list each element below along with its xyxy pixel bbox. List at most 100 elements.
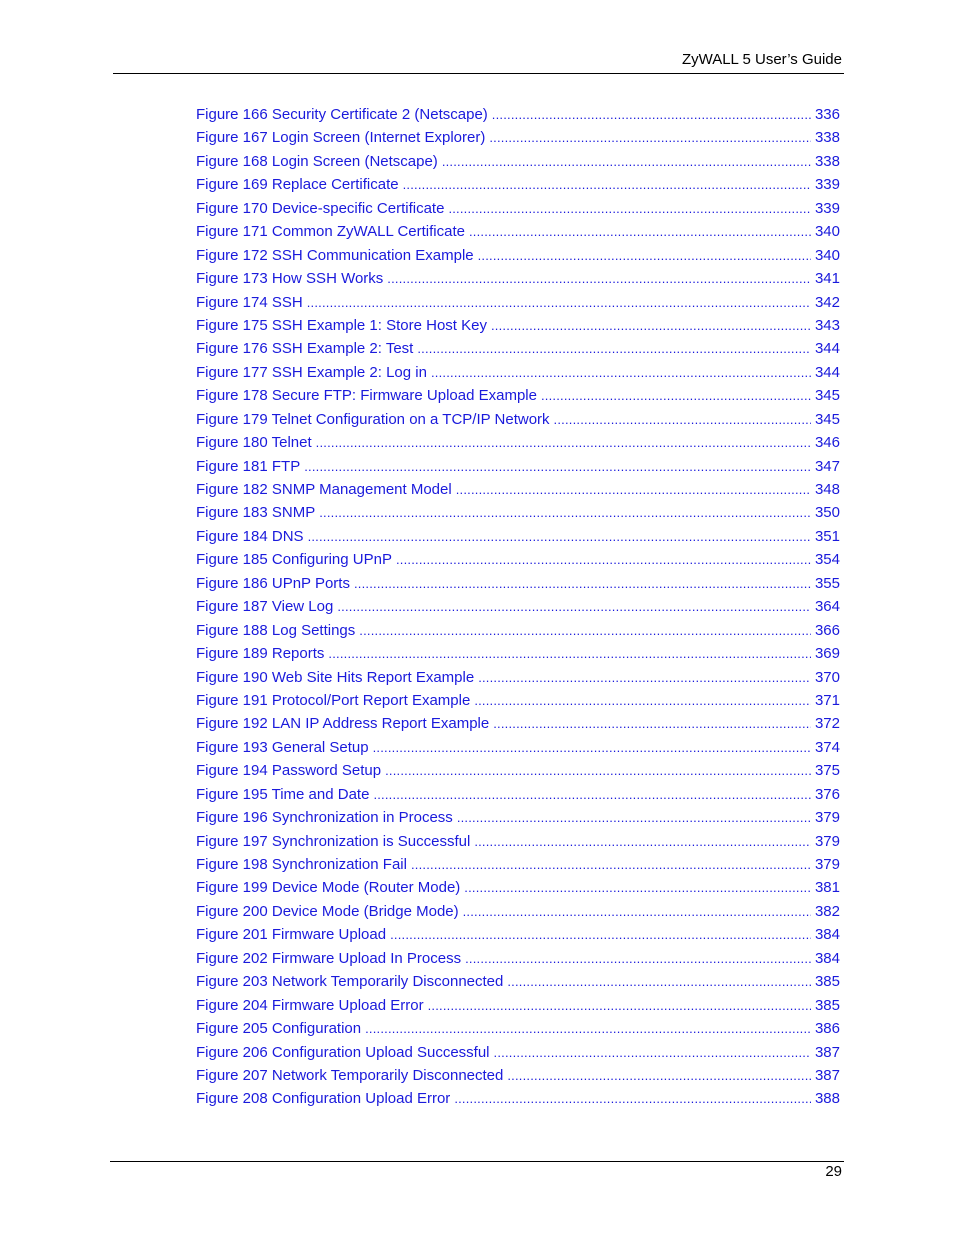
- toc-entry-page: 381: [814, 879, 840, 897]
- toc-entry-figure-184[interactable]: Figure 184 DNS 351: [196, 528, 840, 551]
- toc-entry-label: Figure 192 LAN IP Address Report Example: [196, 715, 490, 733]
- toc-entry-label: Figure 186 UPnP Ports: [196, 574, 350, 592]
- toc-entry-label: Figure 197 Synchronization is Successful: [196, 832, 471, 850]
- list-of-figures: Figure 166 Security Certificate 2 (Netsc…: [196, 106, 840, 1114]
- toc-entry-figure-203[interactable]: Figure 203 Network Temporarily Disconnec…: [196, 973, 840, 996]
- toc-entry-figure-208[interactable]: Figure 208 Configuration Upload Error 38…: [196, 1090, 840, 1113]
- toc-entry-figure-177[interactable]: Figure 177 SSH Example 2: Log in 344: [196, 364, 840, 387]
- toc-entry-page: 364: [814, 598, 840, 616]
- toc-entry-figure-207[interactable]: Figure 207 Network Temporarily Disconnec…: [196, 1067, 840, 1090]
- dot-leader: [489, 130, 811, 145]
- toc-entry-page: 340: [814, 246, 840, 264]
- toc-entry-figure-194[interactable]: Figure 194 Password Setup 375: [196, 762, 840, 785]
- toc-entry-page: 346: [814, 434, 840, 452]
- toc-entry-label: Figure 200 Device Mode (Bridge Mode): [196, 902, 459, 920]
- toc-entry-figure-206[interactable]: Figure 206 Configuration Upload Successf…: [196, 1044, 840, 1067]
- dot-leader: [463, 904, 811, 919]
- dot-leader: [474, 834, 811, 849]
- toc-entry-label: Figure 191 Protocol/Port Report Example: [196, 691, 471, 709]
- toc-entry-figure-202[interactable]: Figure 202 Firmware Upload In Process 38…: [196, 950, 840, 973]
- dot-leader: [304, 459, 811, 474]
- toc-entry-page: 384: [814, 926, 840, 944]
- toc-entry-figure-175[interactable]: Figure 175 SSH Example 1: Store Host Key…: [196, 317, 840, 340]
- toc-entry-label: Figure 179 Telnet Configuration on a TCP…: [196, 410, 550, 428]
- dot-leader: [493, 716, 811, 731]
- dot-leader: [492, 107, 811, 122]
- dot-leader: [417, 341, 811, 356]
- toc-entry-page: 382: [814, 902, 840, 920]
- toc-entry-figure-179[interactable]: Figure 179 Telnet Configuration on a TCP…: [196, 411, 840, 434]
- dot-leader: [478, 248, 811, 263]
- toc-entry-figure-168[interactable]: Figure 168 Login Screen (Netscape) 338: [196, 153, 840, 176]
- toc-entry-figure-199[interactable]: Figure 199 Device Mode (Router Mode) 381: [196, 879, 840, 902]
- toc-entry-figure-198[interactable]: Figure 198 Synchronization Fail 379: [196, 856, 840, 879]
- dot-leader: [465, 951, 811, 966]
- toc-entry-figure-200[interactable]: Figure 200 Device Mode (Bridge Mode) 382: [196, 903, 840, 926]
- dot-leader: [494, 1045, 811, 1060]
- toc-entry-page: 345: [814, 387, 840, 405]
- dot-leader: [365, 1021, 811, 1036]
- dot-leader: [474, 693, 811, 708]
- toc-entry-label: Figure 181 FTP: [196, 457, 301, 475]
- toc-entry-page: 376: [814, 785, 840, 803]
- toc-entry-page: 336: [814, 106, 840, 123]
- toc-entry-figure-185[interactable]: Figure 185 Configuring UPnP 354: [196, 551, 840, 574]
- dot-leader: [491, 318, 811, 333]
- dot-leader: [456, 482, 811, 497]
- toc-entry-page: 348: [814, 481, 840, 498]
- toc-entry-figure-183[interactable]: Figure 183 SNMP 350: [196, 504, 840, 527]
- dot-leader: [390, 927, 811, 942]
- dot-leader: [507, 1068, 811, 1083]
- header-divider: [113, 73, 844, 74]
- toc-entry-figure-188[interactable]: Figure 188 Log Settings 366: [196, 622, 840, 645]
- toc-entry-label: Figure 187 View Log: [196, 598, 334, 616]
- toc-entry-figure-176[interactable]: Figure 176 SSH Example 2: Test 344: [196, 340, 840, 363]
- toc-entry-label: Figure 203 Network Temporarily Disconnec…: [196, 973, 504, 991]
- page-number: 29: [825, 1163, 842, 1180]
- toc-entry-figure-191[interactable]: Figure 191 Protocol/Port Report Example …: [196, 692, 840, 715]
- toc-entry-page: 386: [814, 1020, 840, 1038]
- toc-entry-page: 366: [814, 621, 840, 639]
- toc-entry-figure-204[interactable]: Figure 204 Firmware Upload Error 385: [196, 997, 840, 1020]
- toc-entry-figure-190[interactable]: Figure 190 Web Site Hits Report Example …: [196, 669, 840, 692]
- toc-entry-figure-171[interactable]: Figure 171 Common ZyWALL Certificate 340: [196, 223, 840, 246]
- toc-entry-figure-178[interactable]: Figure 178 Secure FTP: Firmware Upload E…: [196, 387, 840, 410]
- toc-entry-page: 338: [814, 152, 840, 170]
- toc-entry-figure-170[interactable]: Figure 170 Device-specific Certificate 3…: [196, 200, 840, 223]
- dot-leader: [541, 388, 811, 403]
- toc-entry-figure-172[interactable]: Figure 172 SSH Communication Example 340: [196, 247, 840, 270]
- toc-entry-label: Figure 180 Telnet: [196, 434, 312, 452]
- footer-divider: [110, 1161, 844, 1162]
- toc-entry-figure-201[interactable]: Figure 201 Firmware Upload 384: [196, 926, 840, 949]
- dot-leader: [442, 154, 811, 169]
- toc-entry-figure-189[interactable]: Figure 189 Reports 369: [196, 645, 840, 668]
- toc-entry-label: Figure 182 SNMP Management Model: [196, 481, 452, 498]
- toc-entry-label: Figure 166 Security Certificate 2 (Netsc…: [196, 106, 488, 123]
- toc-entry-page: 369: [814, 645, 840, 663]
- toc-entry-page: 355: [814, 574, 840, 592]
- toc-entry-figure-197[interactable]: Figure 197 Synchronization is Successful…: [196, 833, 840, 856]
- toc-entry-figure-196[interactable]: Figure 196 Synchronization in Process 37…: [196, 809, 840, 832]
- toc-entry-page: 387: [814, 1043, 840, 1061]
- toc-entry-label: Figure 167 Login Screen (Internet Explor…: [196, 129, 486, 147]
- toc-entry-figure-173[interactable]: Figure 173 How SSH Works 341: [196, 270, 840, 293]
- toc-entry-figure-182[interactable]: Figure 182 SNMP Management Model 348: [196, 481, 840, 504]
- toc-entry-figure-192[interactable]: Figure 192 LAN IP Address Report Example…: [196, 715, 840, 738]
- toc-entry-label: Figure 188 Log Settings: [196, 621, 356, 639]
- toc-entry-figure-195[interactable]: Figure 195 Time and Date 376: [196, 786, 840, 809]
- toc-entry-label: Figure 172 SSH Communication Example: [196, 246, 474, 264]
- toc-entry-figure-174[interactable]: Figure 174 SSH 342: [196, 294, 840, 317]
- toc-entry-label: Figure 177 SSH Example 2: Log in: [196, 363, 427, 381]
- toc-entry-figure-180[interactable]: Figure 180 Telnet 346: [196, 434, 840, 457]
- toc-entry-figure-193[interactable]: Figure 193 General Setup 374: [196, 739, 840, 762]
- dot-leader: [464, 880, 811, 895]
- toc-entry-figure-181[interactable]: Figure 181 FTP 347: [196, 458, 840, 481]
- toc-entry-figure-205[interactable]: Figure 205 Configuration 386: [196, 1020, 840, 1043]
- toc-entry-label: Figure 193 General Setup: [196, 738, 369, 756]
- toc-entry-figure-169[interactable]: Figure 169 Replace Certificate 339: [196, 176, 840, 199]
- toc-entry-figure-167[interactable]: Figure 167 Login Screen (Internet Explor…: [196, 129, 840, 152]
- toc-entry-figure-166[interactable]: Figure 166 Security Certificate 2 (Netsc…: [196, 106, 840, 129]
- toc-entry-label: Figure 178 Secure FTP: Firmware Upload E…: [196, 387, 537, 405]
- toc-entry-figure-187[interactable]: Figure 187 View Log 364: [196, 598, 840, 621]
- toc-entry-figure-186[interactable]: Figure 186 UPnP Ports 355: [196, 575, 840, 598]
